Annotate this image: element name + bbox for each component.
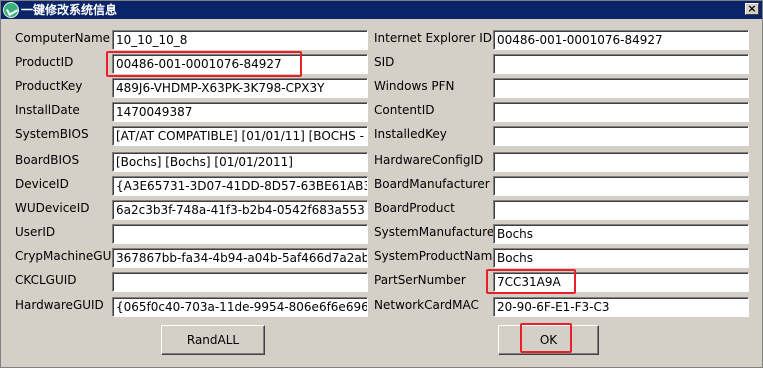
window-title: 一键修改系统信息: [21, 3, 118, 17]
partsernumber-field[interactable]: 7CC31A9A: [493, 272, 749, 292]
label-boardproduct: BoardProduct: [374, 201, 455, 215]
close-button[interactable]: ×: [745, 3, 759, 15]
label-productid: ProductID: [15, 55, 74, 69]
label-crypmachineguid: CrypMachineGUID: [15, 249, 125, 263]
label-hardwareconfigid: HardwareConfigID: [374, 153, 484, 167]
networkcardmac-field[interactable]: 20-90-6F-E1-F3-C3: [493, 297, 749, 317]
label-systemproductname: SystemProductName: [374, 249, 500, 263]
label-systembios: SystemBIOS: [15, 127, 89, 141]
contentid-field[interactable]: [493, 102, 749, 122]
label-contentid: ContentID: [374, 103, 435, 117]
label-networkcardmac: NetworkCardMAC: [374, 298, 479, 312]
label-boardmanufacturer: BoardManufacturer: [374, 177, 490, 191]
label-computername: ComputerName: [15, 31, 111, 45]
deviceid-field[interactable]: {A3E65731-3D07-41DD-8D57-63BE61AB3B2E}: [112, 176, 368, 196]
boardproduct-field[interactable]: [493, 200, 749, 220]
installdate-field[interactable]: 1470049387: [112, 102, 368, 122]
label-productkey: ProductKey: [15, 79, 83, 93]
sid-field[interactable]: [493, 54, 749, 74]
ok-button[interactable]: OK: [498, 325, 599, 355]
hardwareguid-field[interactable]: {065f0c40-703a-11de-9954-806e6f6e6963}: [112, 297, 368, 317]
productkey-field[interactable]: 489J6-VHDMP-X63PK-3K798-CPX3Y: [112, 78, 368, 98]
label-wudeviceid: WUDeviceID: [15, 201, 90, 215]
label-hardwareguid: HardwareGUID: [15, 298, 104, 312]
randall-button[interactable]: RandALL: [161, 325, 265, 355]
dialog-window: 一键修改系统信息 × ComputerName 10_10_10_8 Produ…: [0, 0, 763, 368]
boardbios-field[interactable]: [Bochs] [Bochs] [01/01/2011]: [112, 152, 368, 172]
installedkey-field[interactable]: [493, 126, 749, 146]
ie-id-field[interactable]: 00486-001-0001076-84927: [493, 30, 749, 50]
wudeviceid-field[interactable]: 6a2c3b3f-748a-41f3-b2b4-0542f683a553: [112, 200, 368, 220]
crypmachineguid-field[interactable]: 367867bb-fa34-4b94-a04b-5af466d7a2ab: [112, 248, 368, 268]
label-windows-pfn: Windows PFN: [374, 79, 455, 93]
label-partsernumber: PartSerNumber: [374, 273, 466, 287]
productid-field[interactable]: 00486-001-0001076-84927: [112, 54, 368, 74]
systemmanufacturer-field[interactable]: Bochs: [493, 224, 749, 244]
label-sid: SID: [374, 55, 395, 69]
label-boardbios: BoardBIOS: [15, 153, 80, 167]
label-userid: UserID: [15, 225, 56, 239]
boardmanufacturer-field[interactable]: [493, 176, 749, 196]
label-ie-id: Internet Explorer ID: [374, 31, 493, 45]
label-deviceid: DeviceID: [15, 177, 69, 191]
label-installdate: InstallDate: [15, 103, 80, 117]
label-ckclguid: CKCLGUID: [15, 273, 77, 287]
systemproductname-field[interactable]: Bochs: [493, 248, 749, 268]
app-icon: [3, 2, 19, 18]
label-installedkey: InstalledKey: [374, 127, 447, 141]
computername-field[interactable]: 10_10_10_8: [112, 30, 368, 50]
userid-field[interactable]: [112, 224, 368, 244]
label-systemmanufacturer: SystemManufacturer: [374, 225, 500, 239]
ckclguid-field[interactable]: [112, 272, 368, 292]
windows-pfn-field[interactable]: [493, 78, 749, 98]
title-bar[interactable]: 一键修改系统信息 ×: [1, 1, 762, 19]
systembios-field[interactable]: [AT/AT COMPATIBLE] [01/01/11] [BOCHS - 1…: [112, 126, 368, 146]
hardwareconfigid-field[interactable]: [493, 152, 749, 172]
